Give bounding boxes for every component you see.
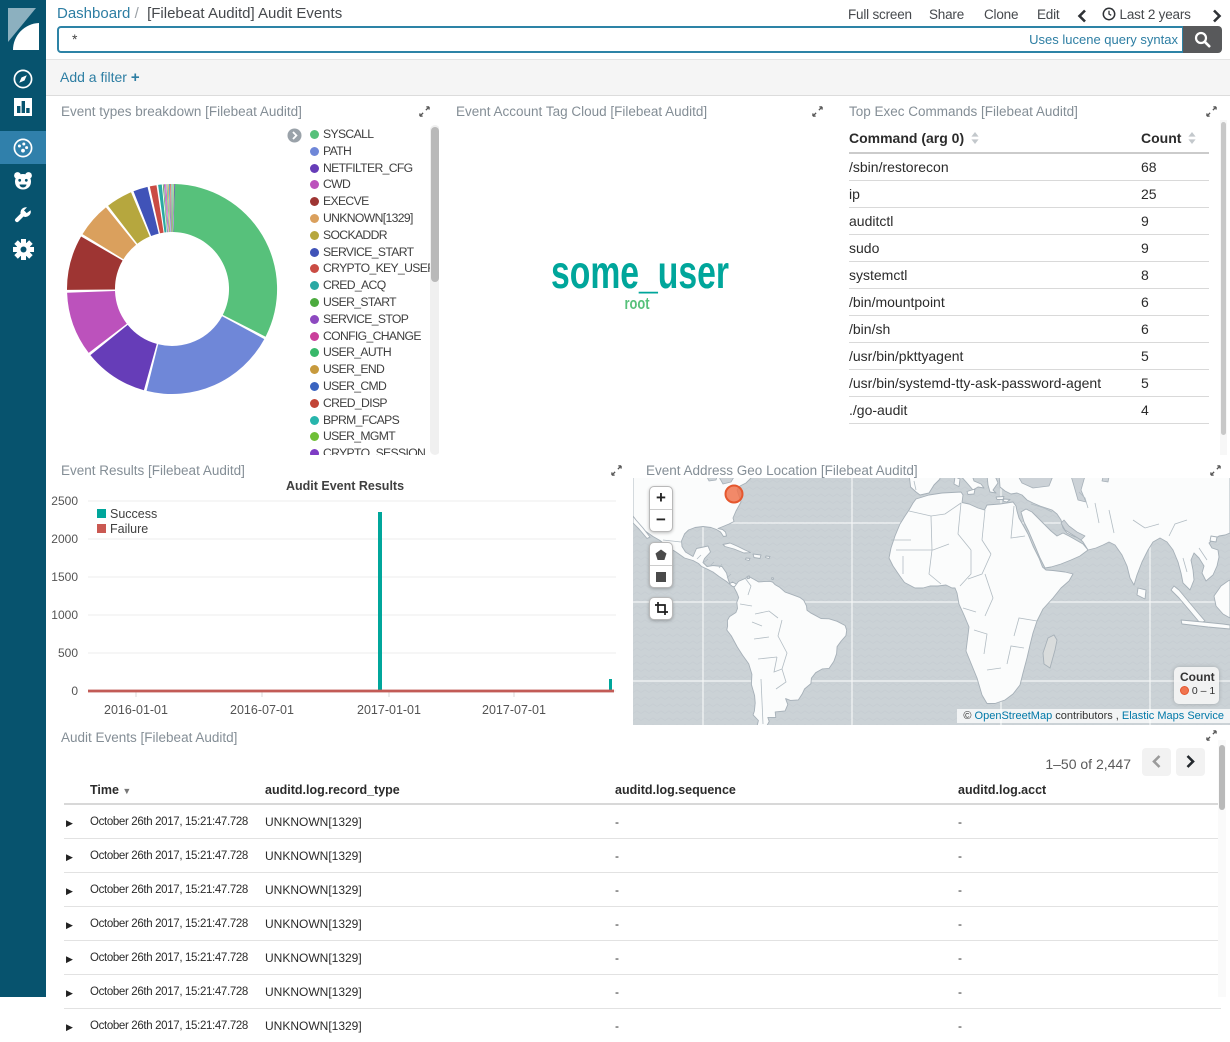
svg-text:2017-01-01: 2017-01-01 <box>357 703 421 717</box>
svg-text:2500: 2500 <box>51 494 78 508</box>
svg-text:0: 0 <box>71 684 78 698</box>
svg-text:some_user: some_user <box>551 246 729 298</box>
svg-text:1500: 1500 <box>51 570 78 584</box>
svg-text:2017-07-01: 2017-07-01 <box>482 703 546 717</box>
svg-text:2000: 2000 <box>51 532 78 546</box>
svg-text:root: root <box>625 294 650 313</box>
svg-text:2016-07-01: 2016-07-01 <box>230 703 294 717</box>
svg-text:Failure: Failure <box>110 522 148 536</box>
svg-text:2016-01-01: 2016-01-01 <box>104 703 168 717</box>
svg-text:Audit Event Results: Audit Event Results <box>286 479 404 493</box>
svg-text:1000: 1000 <box>51 608 78 622</box>
svg-text:500: 500 <box>58 646 78 660</box>
svg-text:Success: Success <box>110 507 157 521</box>
